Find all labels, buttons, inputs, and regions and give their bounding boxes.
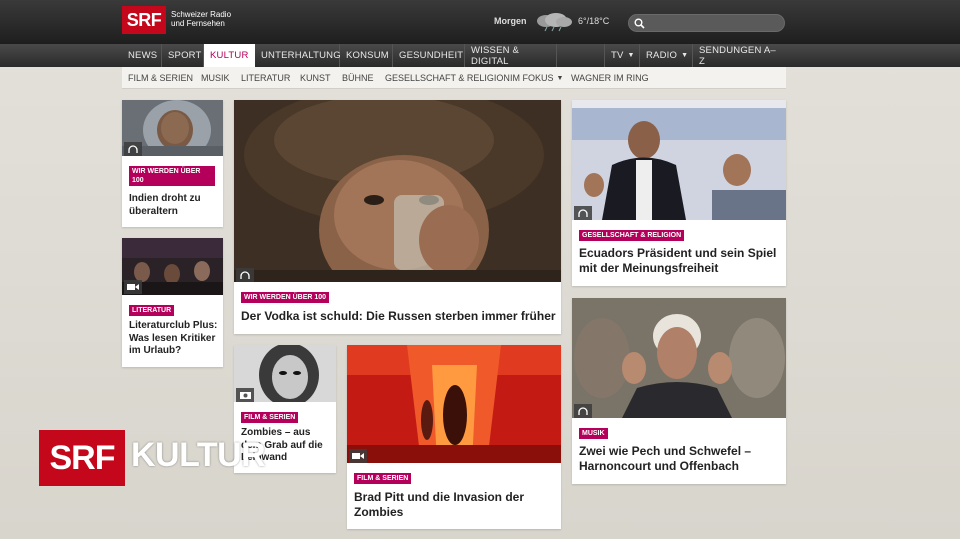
article-image xyxy=(572,100,786,220)
audio-icon xyxy=(236,268,254,282)
category-tag[interactable]: GESELLSCHAFT & RELIGION xyxy=(579,230,685,241)
nav-item-radio[interactable]: RADIO ▼ xyxy=(640,44,693,67)
article-card[interactable]: GESELLSCHAFT & RELIGION Ecuadors Präside… xyxy=(572,100,786,286)
article-card[interactable]: FILM & SERIEN Brad Pitt und die Invasion… xyxy=(347,345,561,529)
cloud-rain-icon xyxy=(537,13,572,32)
subnav-item-kunst[interactable]: KUNST xyxy=(300,67,331,89)
nav-item-sendungen[interactable]: SENDUNGEN A–Z xyxy=(693,44,786,67)
chevron-down-icon: ▼ xyxy=(681,52,689,59)
nav-item-wissen-digital[interactable]: WISSEN & DIGITAL xyxy=(465,44,557,67)
audio-icon xyxy=(574,206,592,220)
nav-label: KULTUR xyxy=(210,50,249,61)
srf-brand-logo: SRF xyxy=(39,430,125,486)
nav-label: SENDUNGEN A–Z xyxy=(699,44,776,67)
category-tag[interactable]: MUSIK xyxy=(579,428,608,439)
subnav-label: IM FOKUS xyxy=(510,73,554,83)
nav-label: UNTERHALTUNG xyxy=(261,50,341,61)
article-headline[interactable]: Ecuadors Präsident und sein Spiel mit de… xyxy=(579,246,779,276)
video-icon xyxy=(349,449,367,463)
article-headline[interactable]: Zwei wie Pech und Schwefel – Harnoncourt… xyxy=(579,444,779,474)
nav-label: KONSUM xyxy=(346,50,389,61)
article-headline[interactable]: Literaturclub Plus: Was lesen Kritiker i… xyxy=(129,320,221,358)
subnav-item-wagner[interactable]: WAGNER IM RING xyxy=(571,67,649,89)
nav-label: WISSEN & DIGITAL xyxy=(471,44,520,67)
nav-item-konsum[interactable]: KONSUM xyxy=(340,44,393,67)
kultur-brand-title: KULTUR xyxy=(131,436,266,474)
category-tag[interactable]: FILM & SERIEN xyxy=(354,473,412,484)
nav-item-tv[interactable]: TV ▼ xyxy=(604,44,640,67)
chevron-down-icon: ▼ xyxy=(627,52,635,59)
search-icon[interactable] xyxy=(634,18,645,29)
category-tag[interactable]: WIR WERDEN ÜBER 100 xyxy=(129,166,215,186)
nav-item-kultur[interactable]: KULTUR xyxy=(204,44,255,67)
nav-label: NEWS xyxy=(128,50,158,61)
subnav-item-gesellschaft-religion[interactable]: GESELLSCHAFT & RELIGION xyxy=(385,67,510,89)
subnav-item-buehne[interactable]: BÜHNE xyxy=(342,67,374,89)
featured-article-card[interactable]: WIR WERDEN ÜBER 100 Der Vodka ist schuld… xyxy=(234,100,561,334)
article-headline[interactable]: Brad Pitt und die Invasion der Zombies xyxy=(354,490,554,520)
category-tag[interactable]: WIR WERDEN ÜBER 100 xyxy=(241,292,330,303)
category-tag[interactable]: FILM & SERIEN xyxy=(241,412,299,423)
nav-label: RADIO xyxy=(646,50,678,61)
article-card[interactable]: LITERATUR Literaturclub Plus: Was lesen … xyxy=(122,238,223,367)
nav-label: GESUNDHEIT xyxy=(399,50,464,61)
search-input[interactable] xyxy=(649,16,779,30)
nav-item-gesundheit[interactable]: GESUNDHEIT xyxy=(393,44,465,67)
weather-label: Morgen xyxy=(494,16,527,26)
article-card[interactable]: WIR WERDEN ÜBER 100 Indien droht zu über… xyxy=(122,100,223,227)
subnav-item-film-serien[interactable]: FILM & SERIEN xyxy=(128,67,193,89)
search-box[interactable] xyxy=(628,14,785,32)
photo-icon xyxy=(236,388,254,402)
article-headline[interactable]: Indien droht zu überaltern xyxy=(129,193,219,218)
srf-logo[interactable]: SRF xyxy=(122,6,166,34)
chevron-down-icon: ▼ xyxy=(556,74,564,82)
subnav-item-musik[interactable]: MUSIK xyxy=(201,67,230,89)
nav-item-unterhaltung[interactable]: UNTERHALTUNG xyxy=(255,44,341,67)
nav-item-news[interactable]: NEWS xyxy=(122,44,162,67)
article-card[interactable]: MUSIK Zwei wie Pech und Schwefel – Harno… xyxy=(572,298,786,484)
logo-subtitle: Schweizer Radio und Fernsehen xyxy=(171,10,232,28)
main-navigation: NEWS SPORT KULTUR UNTERHALTUNG KONSUM GE… xyxy=(0,44,960,67)
video-icon xyxy=(124,280,142,294)
audio-icon xyxy=(574,404,592,418)
top-bar: SRF Schweizer Radio und Fernsehen Morgen… xyxy=(0,0,960,44)
subnav-item-literatur[interactable]: LITERATUR xyxy=(241,67,290,89)
sub-navigation: FILM & SERIEN MUSIK LITERATUR KUNST BÜHN… xyxy=(122,67,786,89)
audio-icon xyxy=(124,142,142,156)
article-image xyxy=(347,345,561,463)
article-image xyxy=(572,298,786,418)
nav-label: TV xyxy=(611,50,624,61)
category-tag[interactable]: LITERATUR xyxy=(129,305,175,316)
weather-temperature: 6°/18°C xyxy=(578,16,610,26)
nav-item-sport[interactable]: SPORT xyxy=(162,44,204,67)
article-headline[interactable]: Der Vodka ist schuld: Die Russen sterben… xyxy=(241,309,556,324)
subnav-item-im-fokus[interactable]: IM FOKUS ▼ xyxy=(510,67,563,89)
article-image xyxy=(234,100,561,282)
nav-label: SPORT xyxy=(168,50,202,61)
